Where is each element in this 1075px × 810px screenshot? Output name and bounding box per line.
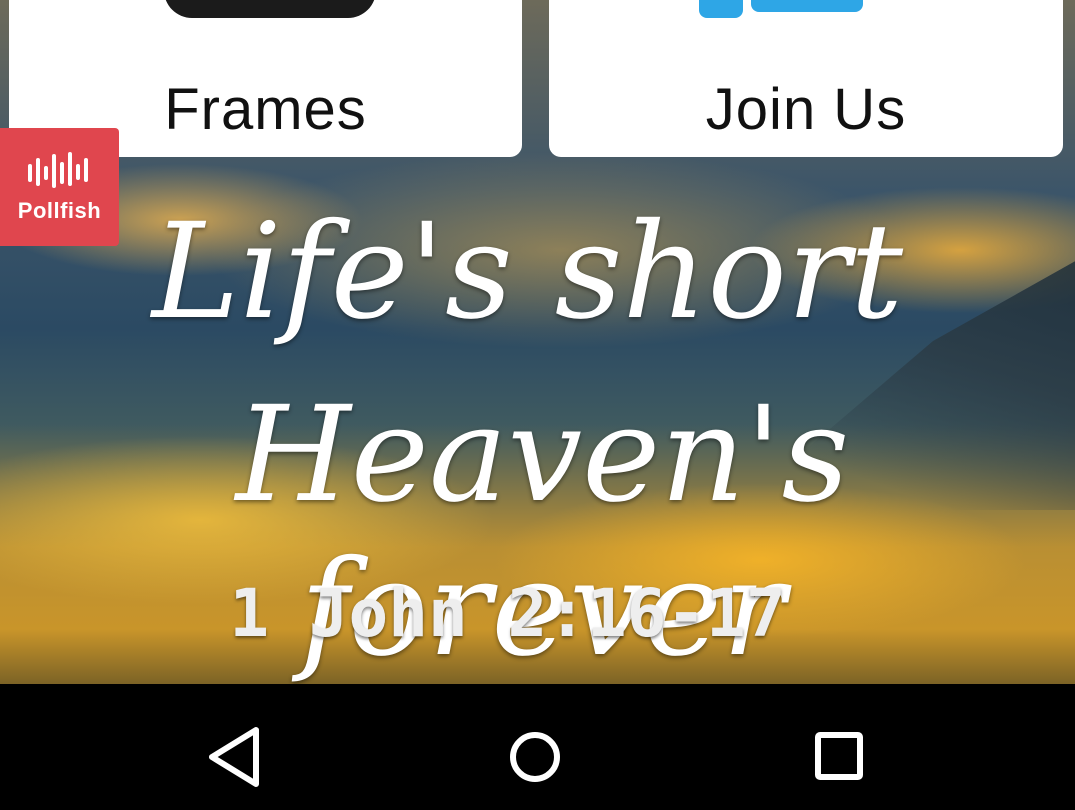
system-navigation-bar	[0, 684, 1075, 810]
join-us-icon-part	[751, 0, 863, 12]
home-circle-icon[interactable]	[500, 722, 570, 792]
verse-reference: 1 John 2:16-17	[229, 575, 786, 652]
join-us-card[interactable]: Join Us	[549, 0, 1063, 157]
back-triangle-icon[interactable]	[200, 722, 270, 792]
recents-square-icon[interactable]	[805, 722, 875, 792]
join-us-card-label: Join Us	[705, 77, 907, 142]
pollfish-audio-bars-icon	[28, 152, 88, 188]
banner-line-1: Life's short	[151, 195, 904, 349]
join-us-icon	[699, 0, 743, 18]
frames-icon	[164, 0, 376, 18]
app-screen: Frames Join Us Pollfish Life's short Hea…	[0, 0, 1075, 684]
